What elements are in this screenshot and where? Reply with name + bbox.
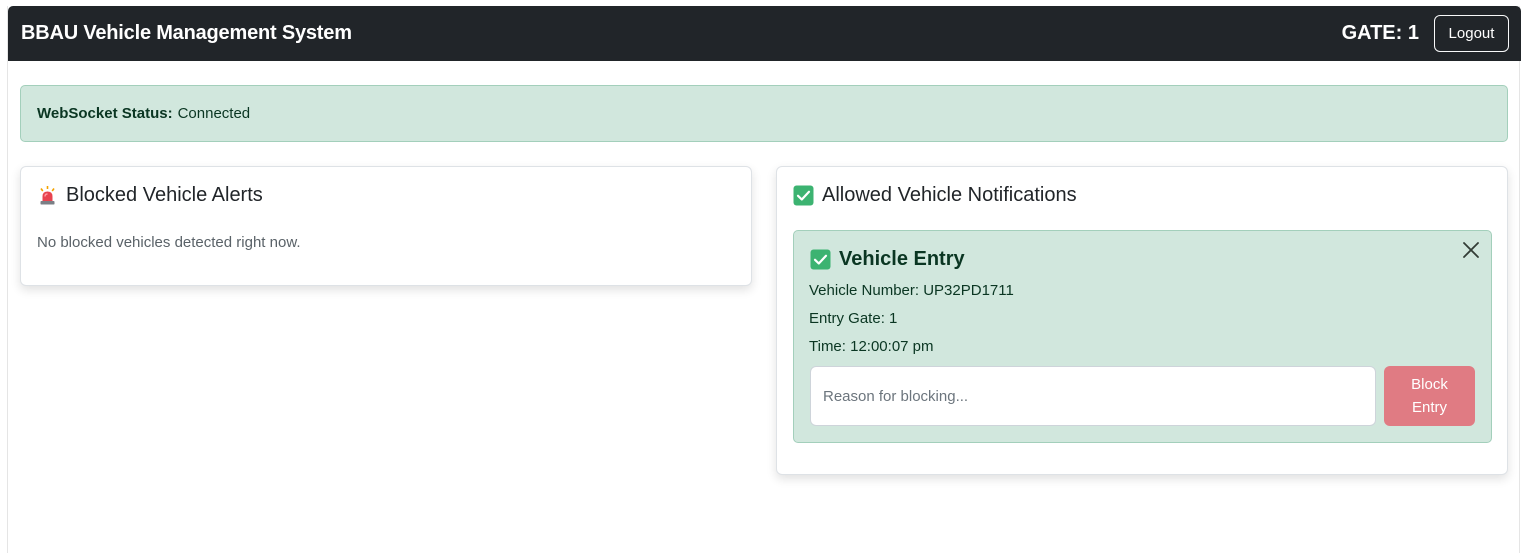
blocked-card-title: Blocked Vehicle Alerts xyxy=(37,184,263,207)
vehicle-entry-title: Vehicle Entry xyxy=(810,248,965,271)
vehicle-number: Vehicle Number: UP32PD1711 xyxy=(809,282,1014,299)
allowed-card-title-text: Allowed Vehicle Notifications xyxy=(822,184,1077,206)
status-value: Connected xyxy=(177,105,251,122)
close-icon[interactable] xyxy=(1461,240,1481,260)
navbar-right: GATE: 1 Logout xyxy=(1342,15,1509,52)
websocket-status-alert: WebSocket Status: Connected xyxy=(20,85,1508,142)
status-label: WebSocket Status: xyxy=(37,105,173,122)
gate-label: GATE: 1 xyxy=(1341,22,1419,44)
allowed-card-title: Allowed Vehicle Notifications xyxy=(793,184,1077,207)
check-box-icon xyxy=(810,249,831,270)
siren-icon xyxy=(37,185,58,206)
allowed-vehicle-notifications-card: Allowed Vehicle Notifications Vehicle En… xyxy=(776,166,1508,475)
entry-gate: Entry Gate: 1 xyxy=(809,310,898,327)
blocked-card-title-text: Blocked Vehicle Alerts xyxy=(66,184,263,206)
vehicle-entry-notification: Vehicle Entry Vehicle Number: UP32PD1711… xyxy=(793,230,1492,443)
app-window: BBAU Vehicle Management System GATE: 1 L… xyxy=(7,6,1521,553)
block-entry-button[interactable]: Block Entry xyxy=(1384,366,1475,426)
entry-time: Time: 12:00:07 pm xyxy=(809,338,934,355)
check-box-icon xyxy=(793,185,814,206)
logout-button[interactable]: Logout xyxy=(1434,15,1509,52)
navbar: BBAU Vehicle Management System GATE: 1 L… xyxy=(8,6,1521,61)
blocked-vehicle-alerts-card: Blocked Vehicle Alerts No blocked vehicl… xyxy=(20,166,752,286)
block-reason-input[interactable] xyxy=(810,366,1376,426)
vehicle-entry-title-text: Vehicle Entry xyxy=(839,248,965,270)
app-title: BBAU Vehicle Management System xyxy=(21,22,352,44)
blocked-empty-message: No blocked vehicles detected right now. xyxy=(37,234,301,251)
